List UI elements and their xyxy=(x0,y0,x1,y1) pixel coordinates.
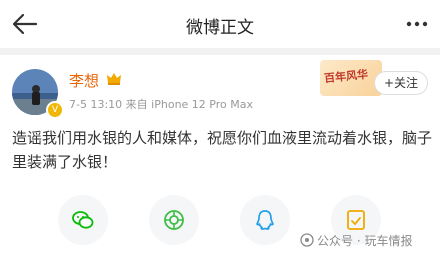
watermark-text: 公众号 · 玩车情报 xyxy=(317,234,413,248)
follow-button[interactable]: +关注 xyxy=(374,71,428,95)
watermark: 公众号 · 玩车情报 xyxy=(300,232,412,249)
wechat-icon xyxy=(72,211,94,229)
promo-text: 百年风华 xyxy=(323,67,369,86)
more-dots-icon[interactable] xyxy=(406,12,428,36)
post-source-prefix: 来自 xyxy=(125,98,148,111)
post-meta: 7-5 13:10 来自 iPhone 12 Pro Max xyxy=(69,96,253,112)
share-moments-button[interactable] xyxy=(149,195,199,245)
share-wechat-button[interactable] xyxy=(58,195,108,245)
post-device: iPhone 12 Pro Max xyxy=(151,98,253,111)
wechat-official-account-icon xyxy=(300,233,314,247)
top-bar: 微博正文 xyxy=(0,0,440,48)
post-content: 造谣我们用水银的人和媒体，祝愿你们血液里流动着水银，脑子里装满了水银！ xyxy=(12,129,433,171)
qq-icon xyxy=(256,210,274,230)
post-time: 7-5 13:10 xyxy=(69,98,123,111)
header-divider xyxy=(0,48,440,55)
page-title: 微博正文 xyxy=(186,18,254,38)
moments-icon xyxy=(164,210,184,230)
share-qq-button[interactable] xyxy=(240,195,290,245)
user-name[interactable]: 李想 xyxy=(69,70,99,91)
promo-banner[interactable]: 百年风华 xyxy=(320,60,382,96)
crown-icon xyxy=(106,71,122,87)
verified-badge-icon: V xyxy=(46,101,64,119)
save-image-icon xyxy=(347,210,365,230)
